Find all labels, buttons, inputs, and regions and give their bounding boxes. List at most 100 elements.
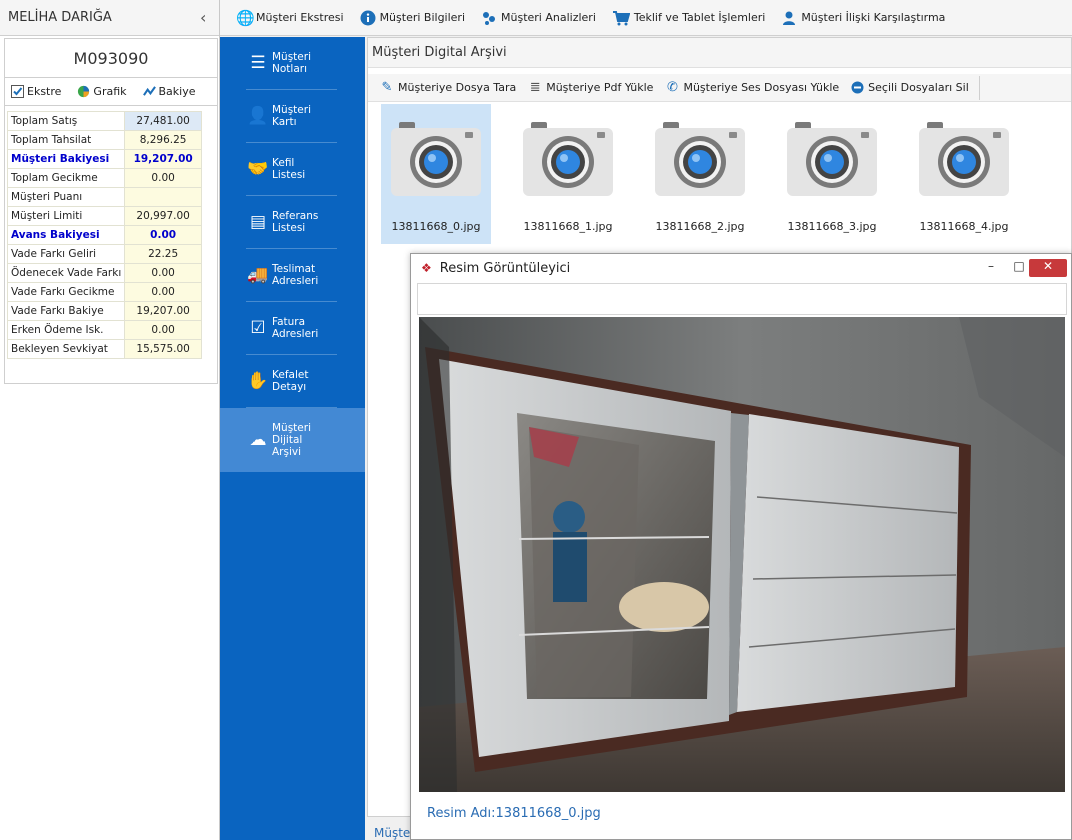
reference-icon: ▤ [249,212,267,232]
menu-teklif-tablet[interactable]: Teklif ve Tablet İşlemleri [604,4,773,32]
file-thumbnail[interactable]: 13811668_2.jpg [645,104,755,244]
delete-selected-button[interactable]: Seçili Dosyaları Sil [845,75,980,100]
summary-label: Toplam Tahsilat [6,130,126,150]
menu-label: Teklif ve Tablet İşlemleri [633,11,766,24]
summary-row: Müşteri Puanı [6,187,202,207]
upload-audio-button[interactable]: ✆ Müşteriye Ses Dosyası Yükle [659,76,845,100]
file-name: 13811668_1.jpg [523,220,613,233]
customer-name-bar: MELİHA DARIĞA [0,0,219,36]
tab-ekstre[interactable]: Ekstre [11,85,61,98]
nav-kefalet-detayi[interactable]: ✋ Kefalet Detayı [246,355,337,408]
collapse-panel-icon[interactable]: ‹ [200,8,206,27]
summary-row: Vade Farkı Gecikme 0.00 [6,282,202,302]
file-thumbnail[interactable]: 13811668_0.jpg [381,104,491,244]
analysis-icon [483,11,496,25]
tab-grafik[interactable]: Grafik [77,85,127,98]
camera-icon [787,118,877,198]
button-label: Müşteriye Pdf Yükle [546,81,654,94]
nav-label: Teslimat Adresleri [272,263,319,287]
summary-value: 15,575.00 [124,339,202,359]
menu-label: Müşteri Analizleri [501,11,596,24]
nav-referans-listesi[interactable]: ▤ Referans Listesi [246,196,337,249]
summary-value: 0.00 [124,168,202,188]
file-thumbnail[interactable]: 13811668_4.jpg [909,104,1019,244]
person-compare-icon [783,11,796,25]
notes-icon: ☰ [250,53,266,73]
viewer-toolbar [417,283,1067,315]
nav-label: Müşteri Dijital Arşivi [272,422,311,458]
nav-musteri-karti[interactable]: 👤 Müşteri Kartı [246,90,337,143]
menu-iliski-karsilastirma[interactable]: Müşteri İlişki Karşılaştırma [773,4,953,32]
minimize-button[interactable]: – [979,259,1003,277]
nav-fatura-adresleri[interactable]: ☑ Fatura Adresleri [246,302,337,355]
file-name: 13811668_2.jpg [655,220,745,233]
guarantee-icon: ✋ [247,371,269,391]
summary-label: Toplam Satış [6,111,126,131]
phone-icon: ✆ [667,80,678,95]
summary-value: 19,207.00 [124,149,202,169]
summary-value: 8,296.25 [124,130,202,150]
viewer-app-icon: ❖ [421,261,432,275]
close-button[interactable]: ✕ [1029,259,1067,277]
wardrobe-photo [419,317,1065,792]
summary-row: Avans Bakiyesi 0.00 [6,225,202,245]
nav-kefil-listesi[interactable]: 🤝 Kefil Listesi [246,143,337,196]
customer-summary-panel: MELİHA DARIĞA ‹ M093090 Ekstre Grafik Ba… [0,0,220,840]
delete-icon [851,81,864,94]
cloud-download-icon: ☁ [249,430,267,450]
menu-label: Müşteri Bilgileri [379,11,466,24]
image-caption: Resim Adı:13811668_0.jpg [427,806,601,821]
nav-label: Fatura Adresleri [272,316,319,340]
file-grid: 13811668_0.jpg 13811668_1.jpg 13811668_2.j… [381,104,1019,244]
summary-label: Müşteri Puanı [6,187,126,207]
menu-label: Müşteri İlişki Karşılaştırma [801,11,946,24]
summary-label: Vade Farkı Bakiye [6,301,126,321]
button-label: Müşteriye Ses Dosyası Yükle [683,81,840,94]
nav-musteri-dijital-arsivi[interactable]: ☁ Müşteri Dijital Arşivi [220,408,365,472]
summary-label: Müşteri Bakiyesi [6,149,126,169]
camera-icon [655,118,745,198]
pie-chart-icon [78,85,90,98]
tab-bakiye[interactable]: Bakiye [142,85,196,98]
upload-pdf-button[interactable]: ≣ Müşteriye Pdf Yükle [522,76,659,100]
truck-icon: 🚚 [247,265,269,285]
summary-row: Vade Farkı Bakiye 19,207.00 [6,301,202,321]
nav-musteri-notlari[interactable]: ☰ Müşteri Notları [246,37,337,90]
summary-label: Vade Farkı Geliri [6,244,126,264]
summary-row: Toplam Satış 27,481.00 [6,111,202,131]
file-thumbnail[interactable]: 13811668_1.jpg [513,104,623,244]
menu-musteri-ekstresi[interactable]: 🌐 Müşteri Ekstresi [228,4,352,32]
file-thumbnail[interactable]: 13811668_3.jpg [777,104,887,244]
summary-label: Vade Farkı Gecikme [6,282,126,302]
summary-value: 0.00 [124,320,202,340]
menu-musteri-analizleri[interactable]: Müşteri Analizleri [473,4,604,32]
summary-label: Avans Bakiyesi [6,225,126,245]
pdf-icon: ≣ [529,80,541,95]
scan-file-button[interactable]: ✎ Müşteriye Dosya Tara [374,76,522,100]
id-card-icon: 👤 [247,106,269,126]
nav-label: Kefil Listesi [272,157,306,181]
nav-label: Referans Listesi [272,210,319,234]
summary-table: Toplam Satış 27,481.00 Toplam Tahsilat 8,29… [6,111,202,359]
summary-tabs: Ekstre Grafik Bakiye [5,78,217,106]
summary-row: Bekleyen Sevkiyat 15,575.00 [6,339,202,359]
summary-label: Erken Ödeme Isk. [6,320,126,340]
image-viewer-window: ❖ Resim Görüntüleyici – □ ✕ Resim Adı:13… [410,253,1072,840]
nav-teslimat-adresleri[interactable]: 🚚 Teslimat Adresleri [246,249,337,302]
menu-musteri-bilgileri[interactable]: Müşteri Bilgileri [352,4,473,32]
top-menu: 🌐 Müşteri Ekstresi Müşteri Bilgileri Müş… [220,0,1072,36]
menu-label: Müşteri Ekstresi [256,11,344,24]
summary-label: Bekleyen Sevkiyat [6,339,126,359]
archive-toolbar: ✎ Müşteriye Dosya Tara ≣ Müşteriye Pdf Y… [368,74,1071,102]
summary-box: Ekstre Grafik Bakiye Toplam Satış 27,481.… [4,78,218,384]
summary-label: Ödenecek Vade Farkı [6,263,126,283]
customer-code: M093090 [4,38,218,78]
file-name: 13811668_4.jpg [919,220,1009,233]
info-icon [360,10,376,25]
summary-row: Toplam Gecikme 0.00 [6,168,202,188]
summary-row: Erken Ödeme Isk. 0.00 [6,320,202,340]
camera-icon [523,118,613,198]
maximize-button[interactable]: □ [1007,259,1031,277]
tab-bakiye-label: Bakiye [158,85,196,98]
viewer-titlebar[interactable]: ❖ Resim Görüntüleyici – □ ✕ [411,254,1071,282]
